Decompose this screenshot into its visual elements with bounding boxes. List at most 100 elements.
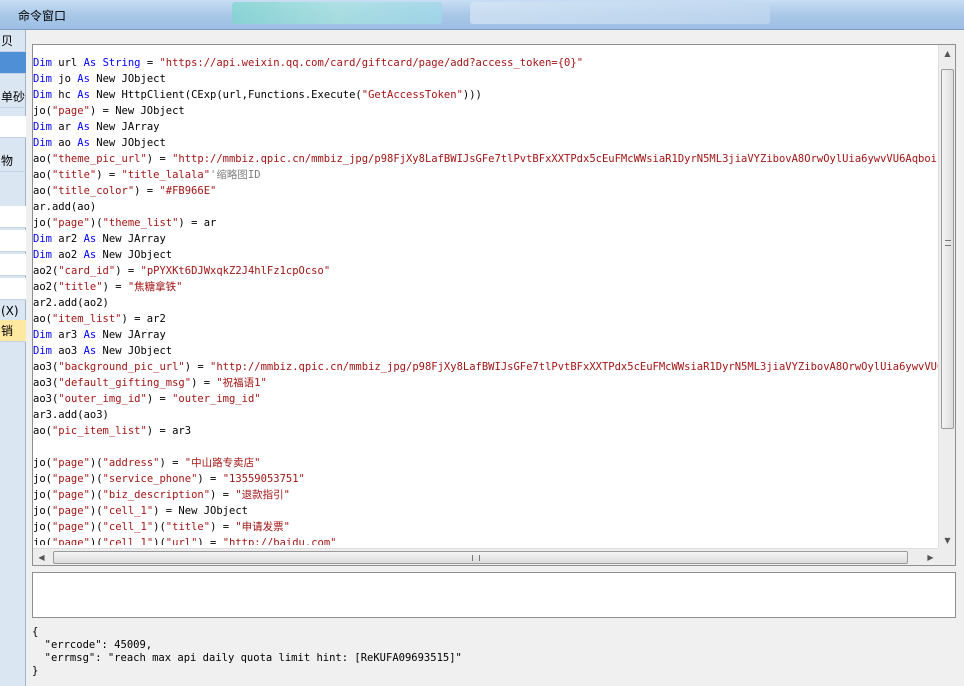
- left-strip-item[interactable]: [0, 230, 26, 252]
- left-strip-item[interactable]: 物: [0, 150, 26, 172]
- code-text: )(: [89, 505, 103, 517]
- code-string: "cell_1": [102, 505, 154, 517]
- code-text: ao2(: [33, 265, 59, 277]
- code-keyword: As: [77, 121, 90, 133]
- code-line[interactable]: ao3("outer_img_id") = "outer_img_id": [33, 391, 939, 407]
- code-string: "theme_pic_url": [51, 153, 147, 165]
- horizontal-scrollbar[interactable]: ◀ ▶: [33, 548, 939, 565]
- scroll-down-icon[interactable]: ▼: [939, 532, 956, 549]
- code-text: jo(: [33, 217, 52, 229]
- code-line[interactable]: ao2("title") = "焦糖拿铁": [33, 279, 939, 295]
- code-line[interactable]: Dim hc As New HttpClient(CExp(url,Functi…: [33, 87, 939, 103]
- code-keyword: Dim: [33, 121, 52, 133]
- code-line[interactable]: jo("page")("cell_1")("title") = "申请发票": [33, 519, 939, 535]
- code-text: )(: [89, 537, 103, 545]
- horizontal-scroll-thumb[interactable]: [53, 551, 908, 564]
- code-text: ) =: [146, 393, 173, 405]
- code-text: )(: [89, 521, 103, 533]
- code-string: "13559053751": [222, 473, 305, 485]
- vertical-scroll-thumb[interactable]: [941, 69, 954, 429]
- scroll-right-icon[interactable]: ▶: [922, 549, 939, 566]
- code-text: ao: [51, 137, 78, 149]
- code-text: New JArray: [89, 121, 160, 133]
- left-strip-item[interactable]: [0, 206, 26, 228]
- code-line[interactable]: Dim ar3 As New JArray: [33, 327, 939, 343]
- code-line[interactable]: jo("page")("address") = "中山路专卖店": [33, 455, 939, 471]
- code-text: url: [51, 57, 84, 69]
- code-line[interactable]: jo("page")("cell_1")("url") = "http://ba…: [33, 535, 939, 545]
- code-string: "page": [51, 473, 90, 485]
- code-string: "page": [51, 105, 90, 117]
- code-text: ao(: [33, 313, 52, 325]
- code-line[interactable]: ao("title") = "title_lalala"'缩略图ID: [33, 167, 939, 183]
- code-line[interactable]: ao3("background_pic_url") = "http://mmbi…: [33, 359, 939, 375]
- code-text: ar3: [51, 329, 84, 341]
- left-strip-item[interactable]: 单砂: [0, 86, 26, 108]
- left-strip-item[interactable]: [0, 278, 26, 300]
- code-text: New JArray: [96, 233, 166, 245]
- code-text: ) =: [191, 377, 217, 389]
- left-strip-item[interactable]: 销: [0, 320, 26, 342]
- code-line[interactable]: ar2.add(ao2): [33, 295, 939, 311]
- code-line[interactable]: jo("page")("cell_1") = New JObject: [33, 503, 939, 519]
- code-keyword: As: [83, 57, 97, 69]
- code-text: jo(: [33, 489, 52, 501]
- vertical-scrollbar[interactable]: ▲ ▼: [938, 45, 955, 549]
- code-line[interactable]: ar3.add(ao3): [33, 407, 939, 423]
- scroll-left-icon[interactable]: ◀: [33, 549, 50, 566]
- code-text: New JObject: [96, 345, 173, 357]
- code-line[interactable]: Dim jo As New JObject: [33, 71, 939, 87]
- code-string: "GetAccessToken": [361, 89, 463, 101]
- code-line[interactable]: Dim ao3 As New JObject: [33, 343, 939, 359]
- code-line[interactable]: ao("item_list") = ar2: [33, 311, 939, 327]
- code-editor[interactable]: Dim url As String = "https://api.weixin.…: [32, 44, 956, 566]
- left-strip-item[interactable]: [0, 254, 26, 276]
- code-line[interactable]: jo("page")("biz_description") = "退款指引": [33, 487, 939, 503]
- code-string: "background_pic_url": [58, 361, 185, 373]
- code-string: "page": [51, 521, 90, 533]
- title-bar[interactable]: 命令窗口: [0, 0, 964, 30]
- code-text: ) =: [210, 521, 236, 533]
- code-line[interactable]: ao2("card_id") = "pPYXKt6DJWxqkZ2J4hlFz1…: [33, 263, 939, 279]
- code-line[interactable]: ao("pic_item_list") = ar3: [33, 423, 939, 439]
- scroll-up-icon[interactable]: ▲: [939, 45, 956, 62]
- left-strip-item[interactable]: 贝: [0, 30, 26, 52]
- code-line[interactable]: ao3("default_gifting_msg") = "祝福语1": [33, 375, 939, 391]
- code-line[interactable]: jo("page")("service_phone") = "135590537…: [33, 471, 939, 487]
- command-input[interactable]: [32, 572, 956, 618]
- left-strip-item[interactable]: [0, 52, 26, 74]
- code-line[interactable]: Dim url As String = "https://api.weixin.…: [33, 55, 939, 71]
- code-line[interactable]: ao("title_color") = "#FB966E": [33, 183, 939, 199]
- code-text: New JArray: [96, 329, 166, 341]
- code-keyword: As: [83, 345, 97, 357]
- code-line[interactable]: ar.add(ao): [33, 199, 939, 215]
- left-strip-item[interactable]: (X): [0, 300, 26, 322]
- code-text: hc: [51, 89, 78, 101]
- code-text: ar: [51, 121, 78, 133]
- code-string: "祝福语1": [216, 377, 267, 389]
- code-line[interactable]: jo("page")("theme_list") = ar: [33, 215, 939, 231]
- code-line[interactable]: [33, 439, 939, 455]
- code-line[interactable]: jo("page") = New JObject: [33, 103, 939, 119]
- code-keyword: Dim: [33, 89, 52, 101]
- code-line[interactable]: Dim ao2 As New JObject: [33, 247, 939, 263]
- left-strip-item[interactable]: [0, 116, 26, 138]
- code-keyword: As: [83, 329, 97, 341]
- code-text: ao3(: [33, 393, 59, 405]
- code-string: "退款指引": [235, 489, 290, 501]
- code-string: "pic_item_list": [51, 425, 147, 437]
- code-keyword: As: [77, 89, 90, 101]
- code-line[interactable]: Dim ar2 As New JArray: [33, 231, 939, 247]
- code-keyword: Dim: [33, 57, 52, 69]
- code-string: "申请发票": [235, 521, 291, 533]
- code-string: "page": [51, 217, 90, 229]
- code-area[interactable]: Dim url As String = "https://api.weixin.…: [33, 45, 939, 545]
- code-line[interactable]: ao("theme_pic_url") = "http://mmbiz.qpic…: [33, 151, 939, 167]
- code-text: New HttpClient(CExp(url,Functions.Execut…: [89, 89, 362, 101]
- code-line[interactable]: Dim ar As New JArray: [33, 119, 939, 135]
- code-text: ar3.add(ao3): [33, 409, 109, 421]
- code-line[interactable]: Dim ao As New JObject: [33, 135, 939, 151]
- code-text: ) =: [210, 489, 236, 501]
- code-text: jo: [51, 73, 78, 85]
- code-string: "card_id": [58, 265, 116, 277]
